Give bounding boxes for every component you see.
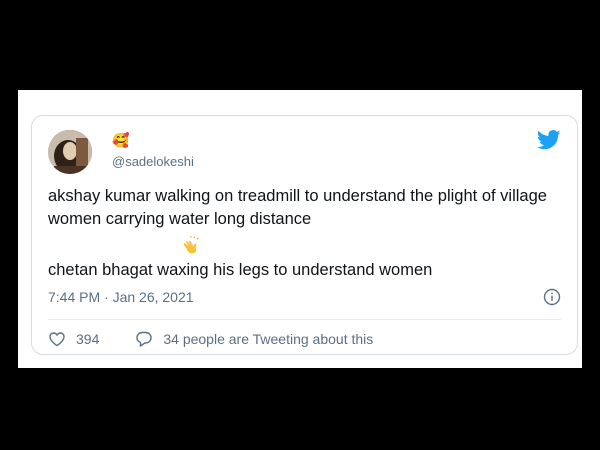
tweet-card[interactable]: 🥰 @sadelokeshi akshay kumar walking on t…: [31, 115, 578, 355]
tweet-text-paragraph-1: akshay kumar walking on treadmill to und…: [48, 187, 547, 228]
conversation-text: 34 people are Tweeting about this: [163, 331, 374, 347]
display-name-emoji: 🥰: [112, 132, 130, 148]
like-button[interactable]: 394: [48, 330, 99, 348]
twitter-bird-icon[interactable]: [537, 130, 561, 150]
like-count: 394: [76, 331, 100, 347]
info-icon[interactable]: [543, 288, 561, 306]
embed-panel: 🥰 @sadelokeshi akshay kumar walking on t…: [18, 90, 582, 368]
speech-bubble-icon: [136, 331, 153, 347]
tweet-text-paragraph-2: chetan bhagat waxing his legs to underst…: [48, 261, 433, 279]
avatar[interactable]: [48, 130, 92, 174]
heart-icon: [49, 332, 65, 347]
tweet-timestamp[interactable]: 7:44 PM · Jan 26, 2021: [48, 289, 194, 305]
tweet-actions: 394 34 people are Tweeting about this: [48, 330, 409, 348]
conversation-link[interactable]: 34 people are Tweeting about this: [135, 330, 373, 348]
user-handle[interactable]: @sadelokeshi: [112, 154, 194, 169]
clapping-hands-icon: [180, 235, 202, 254]
divider: [48, 319, 561, 320]
